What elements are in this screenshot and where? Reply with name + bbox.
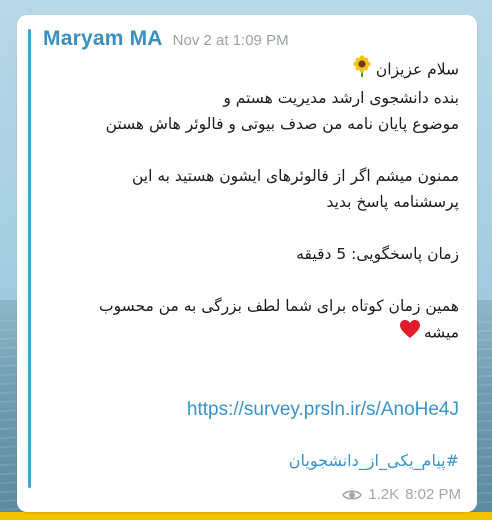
message-line-text: سلام عزیزان	[375, 60, 459, 79]
message-bubble: Maryam MA Nov 2 at 1:09 PM سلام عزیزان ب…	[17, 15, 477, 512]
message-header: Maryam MA Nov 2 at 1:09 PM	[43, 27, 463, 55]
bottom-strip	[0, 512, 492, 520]
message-line-text: میشه	[423, 323, 459, 342]
message-line: موضوع پایان نامه من صدف بیوتی و فالوئر ه…	[105, 115, 459, 133]
hashtag-link[interactable]: #پیام_یکی_از_دانشجویان	[289, 451, 459, 470]
message-line: همین زمان کوتاه برای شما لطف بزرگی به من…	[99, 297, 459, 315]
message-line: میشه	[43, 319, 459, 347]
message-date: Nov 2 at 1:09 PM	[172, 32, 289, 49]
message-text: سلام عزیزان بنده دانشجوی ارشد مدیریت هست…	[43, 55, 459, 347]
message-accent-bar	[28, 29, 31, 488]
view-count: 1.2K	[368, 486, 400, 503]
survey-link[interactable]: https://survey.prsln.ir/s/AnoHe4J	[187, 399, 459, 421]
message-line: پرسشنامه پاسخ بدید	[326, 193, 459, 211]
red-heart-icon	[399, 319, 421, 347]
message-line: سلام عزیزان	[43, 55, 459, 85]
eye-icon	[342, 488, 363, 502]
message-line: بنده دانشجوی ارشد مدیریت هستم و	[223, 89, 459, 107]
message-footer: 1.2K 8:02 PM	[342, 486, 461, 503]
message-time: 8:02 PM	[405, 486, 461, 503]
sender-name[interactable]: Maryam MA	[43, 27, 163, 51]
message-line: ممنون میشم اگر از فالوئرهای ایشون هستید …	[131, 167, 459, 185]
sunflower-icon	[351, 55, 373, 85]
message-line: زمان پاسخگویی: 5 دقیقه	[296, 245, 459, 263]
